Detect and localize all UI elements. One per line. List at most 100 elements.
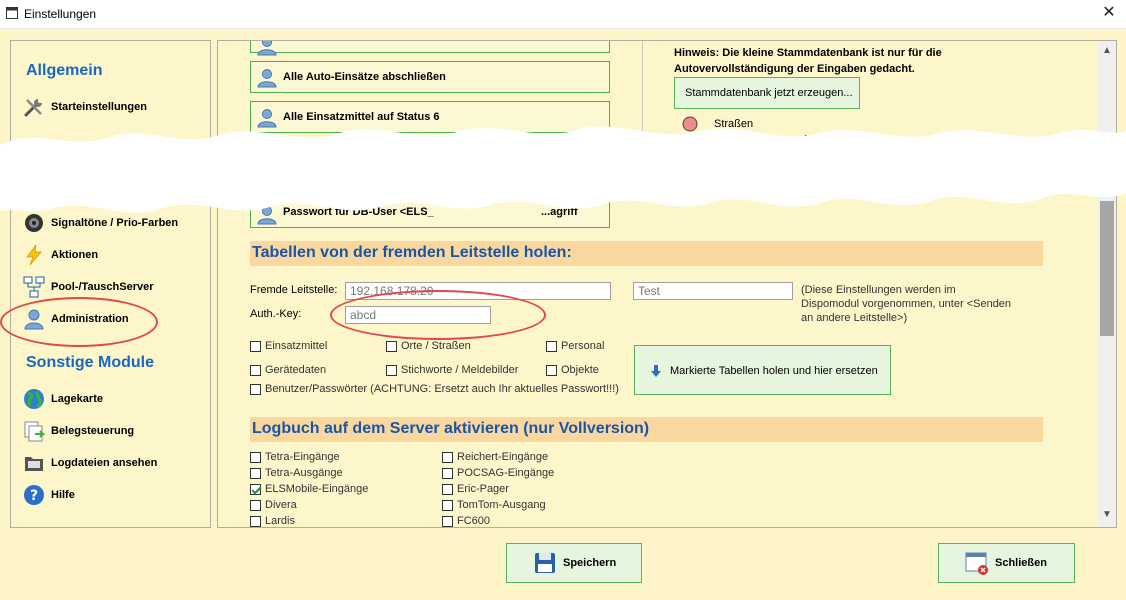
checkbox-box[interactable] [442, 468, 453, 479]
checkbox-box[interactable] [442, 484, 453, 495]
speaker-icon [25, 214, 43, 232]
close-auto-incidents-button[interactable]: Alle Auto-Einsätze abschließen [250, 61, 610, 93]
main-panel: Alle Auto-Einsätze abschließen Alle Eins… [217, 40, 1117, 528]
checkbox-label: Benutzer/Passwörter (ACHTUNG: Ersetzt au… [265, 383, 619, 395]
sidebar-item-hilfe[interactable]: ? Hilfe [21, 484, 201, 508]
checkbox-label: TomTom-Ausgang [457, 499, 546, 511]
scroll-thumb[interactable] [1100, 201, 1114, 336]
remote-station-input[interactable] [345, 282, 611, 300]
sidebar-item-starteinstellungen[interactable]: Starteinstellungen [21, 96, 201, 120]
db-user-password-button[interactable]: Passwort für DB-User <ELS_ ...agriff [250, 196, 610, 228]
checkbox-label: Tetra-Eingänge [265, 451, 340, 463]
checkbox-box[interactable] [442, 500, 453, 511]
tools-icon [24, 99, 42, 117]
user-icon [24, 309, 44, 330]
checkbox-label: Orte / Straßen [401, 340, 471, 352]
scroll-down-icon[interactable]: ▼ [1098, 509, 1116, 523]
sidebar-item-belegsteuerung[interactable]: Belegsteuerung [21, 420, 201, 444]
all-units-status6-button[interactable]: Alle Einsatzmittel auf Status 6 [250, 101, 610, 133]
checkbox-label: Personal [561, 340, 605, 352]
checkbox-label: ELSMobile-Eingänge [265, 483, 369, 495]
section-heading: Tabellen von der fremden Leitstelle hole… [252, 244, 572, 261]
section-heading: Logbuch auf dem Server aktivieren (nur V… [252, 420, 650, 437]
user-icon [257, 69, 277, 88]
checkbox-label: Einsatzmittel [265, 340, 328, 352]
user-icon [257, 206, 277, 225]
folder-icon [25, 457, 43, 471]
checkbox-box[interactable] [250, 484, 261, 495]
sidebar-item-label: Signaltöne / Prio-Farben [51, 217, 179, 229]
sidebar: Allgemein Starteinstellungen Signaltöne … [10, 40, 211, 528]
column-divider [642, 41, 643, 191]
documents-icon [24, 421, 45, 442]
checkbox-box[interactable] [250, 500, 261, 511]
checkbox-box[interactable] [250, 384, 261, 395]
sidebar-item-label: Administration [51, 313, 129, 325]
arrow-down-icon [651, 365, 661, 377]
legend-streets-outside: Straßen auß. geschl. Ortsch... [714, 134, 861, 146]
checkbox-box[interactable] [546, 365, 557, 376]
stammdaten-hint: Hinweis: Die kleine Stammdatenbank ist n… [674, 47, 942, 75]
checkbox-label: Eric-Pager [457, 483, 509, 495]
checkbox-box[interactable] [546, 341, 557, 352]
window-title: Einstellungen [24, 7, 97, 21]
sidebar-item-pool-tauschserver[interactable]: Pool-/TauschServer [21, 276, 201, 300]
save-button[interactable]: Speichern [506, 543, 642, 583]
checkbox-label: Stichworte / Meldebilder [401, 364, 519, 376]
checkbox-label: Lardis [265, 515, 295, 527]
remote-station-name-input[interactable] [633, 282, 793, 300]
button-label: Passwort für DB-User <ELS_ [283, 206, 434, 218]
sidebar-item-label: Logdateien ansehen [51, 457, 158, 469]
section-title-general: Allgemein [26, 62, 103, 79]
checkbox-box[interactable] [250, 452, 261, 463]
vertical-scrollbar[interactable]: ▲ ▼ [1098, 41, 1116, 527]
window-icon [6, 7, 18, 19]
section-title-other: Sonstige Module [26, 354, 154, 371]
lightning-icon [26, 244, 42, 266]
user-icon [257, 109, 277, 128]
checkbox-box[interactable] [442, 452, 453, 463]
action-button-partial[interactable] [250, 41, 610, 56]
sidebar-item-aktionen[interactable]: Aktionen [21, 244, 201, 268]
close-window-icon [965, 552, 988, 575]
svg-text:?: ? [30, 488, 38, 504]
floppy-disk-icon [535, 553, 555, 573]
sidebar-item-label: Starteinstellungen [51, 101, 147, 113]
section-heading-bar: Logbuch auf dem Server aktivieren (nur V… [250, 417, 1043, 442]
checkbox-box[interactable] [386, 341, 397, 352]
checkbox-box[interactable] [442, 516, 453, 527]
sidebar-item-label: Lagekarte [51, 393, 103, 405]
title-bar: Einstellungen ✕ [0, 0, 1126, 29]
checkbox-box[interactable] [386, 365, 397, 376]
button-label: Speichern [563, 557, 617, 569]
checkbox-box[interactable] [250, 341, 261, 352]
settings-window: Allgemein Starteinstellungen Signaltöne … [0, 29, 1126, 600]
auth-key-input[interactable] [345, 306, 491, 324]
section-heading-bar: Tabellen von der fremden Leitstelle hole… [250, 241, 1043, 266]
auth-key-label: Auth.-Key: [250, 308, 302, 320]
globe-icon [24, 389, 44, 409]
checkbox-box[interactable] [250, 516, 261, 527]
button-label: Schließen [995, 557, 1047, 569]
checkbox-box[interactable] [250, 365, 261, 376]
sidebar-item-administration[interactable]: Administration [21, 308, 201, 332]
user-icon [257, 41, 277, 56]
checkbox-label: Gerätedaten [265, 364, 327, 376]
create-stammdaten-button[interactable]: Stammdatenbank jetzt erzeugen... [674, 77, 860, 109]
sidebar-item-lagekarte[interactable]: Lagekarte [21, 388, 201, 412]
checkbox-label: FC600 [457, 515, 491, 527]
button-label-tail: ...agriff [541, 206, 578, 218]
close-button[interactable]: Schließen [938, 543, 1075, 583]
legend-streets: Straßen [714, 118, 754, 130]
button-label: Alle Auto-Einsätze abschließen [283, 71, 446, 83]
action-button-hidden[interactable] [250, 141, 610, 173]
checkbox-label: Reichert-Eingänge [457, 451, 549, 463]
sidebar-item-logdateien[interactable]: Logdateien ansehen [21, 452, 201, 476]
sidebar-item-signaltoene[interactable]: Signaltöne / Prio-Farben [21, 212, 201, 236]
fetch-tables-button[interactable]: Markierte Tabellen holen und hier ersetz… [634, 345, 891, 395]
close-window-button[interactable]: ✕ [1092, 0, 1126, 28]
checkbox-box[interactable] [250, 468, 261, 479]
scroll-up-icon[interactable]: ▲ [1098, 45, 1116, 59]
map-marker-icon [682, 116, 698, 132]
sidebar-item-label: Pool-/TauschServer [51, 281, 154, 293]
